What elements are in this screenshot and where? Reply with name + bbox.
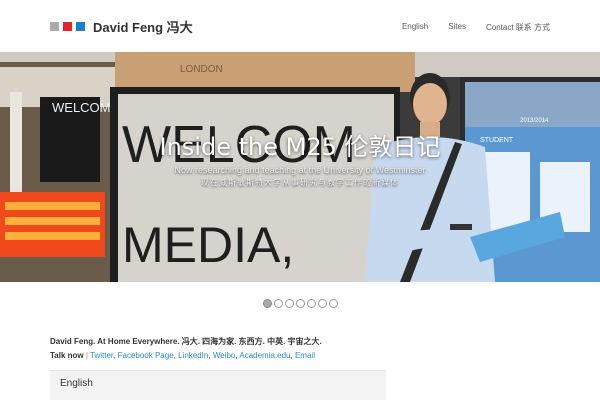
intro-text: David Feng. At Home Everywhere. 冯大. 四海为家… bbox=[50, 335, 322, 363]
london-sign: LONDON bbox=[180, 64, 223, 75]
media-board-text: MEDIA, bbox=[122, 217, 294, 273]
twitter-link[interactable]: Twitter bbox=[90, 351, 113, 360]
hero-slider[interactable]: WELCOM LONDON WELCOM MEDIA, 2013/2014 ST… bbox=[0, 52, 600, 282]
nav-item-sites[interactable]: Sites bbox=[448, 22, 466, 33]
site-header: David Feng 冯大 English Sites Contact 联系 方… bbox=[0, 0, 600, 52]
logo-square-grey bbox=[50, 22, 59, 31]
english-panel: English bbox=[50, 370, 386, 400]
academia-link[interactable]: Academia.edu bbox=[239, 351, 290, 360]
carousel-dot-4[interactable] bbox=[295, 299, 305, 308]
talk-now-label: Talk now bbox=[50, 351, 84, 360]
email-link[interactable]: Email bbox=[295, 351, 315, 360]
hero-subtitle-chinese: 现在威斯敏斯特大学从事研究与教学工作的新媒体 bbox=[201, 178, 399, 187]
carousel-dot-2[interactable] bbox=[273, 299, 283, 308]
small-welcome-sign: WELCOM bbox=[52, 100, 111, 115]
carousel-dot-7[interactable] bbox=[328, 299, 338, 308]
carousel-dot-3[interactable] bbox=[284, 299, 294, 308]
intro-tagline: David Feng. At Home Everywhere. 冯大. 四海为家… bbox=[50, 337, 322, 346]
linkedin-link[interactable]: LinkedIn bbox=[178, 351, 208, 360]
nav-item-contact[interactable]: Contact 联系 方式 bbox=[486, 22, 550, 33]
panel-title: English bbox=[60, 378, 93, 389]
weibo-link[interactable]: Weibo bbox=[213, 351, 236, 360]
nav-item-english[interactable]: English bbox=[402, 22, 428, 33]
main-nav: English Sites Contact 联系 方式 bbox=[402, 22, 550, 33]
carousel-dot-1[interactable] bbox=[262, 299, 272, 308]
logo-square-red bbox=[63, 22, 72, 31]
hero-subtitle: Now researching and teaching at the Univ… bbox=[174, 165, 426, 175]
carousel-dots bbox=[0, 299, 600, 308]
hero-title: Inside the M25 伦敦日记 bbox=[159, 133, 441, 161]
site-title[interactable]: David Feng 冯大 bbox=[93, 17, 193, 36]
site-logo[interactable]: David Feng 冯大 bbox=[50, 17, 193, 36]
logo-square-blue bbox=[76, 22, 85, 31]
poster-year: 2013/2014 bbox=[520, 118, 549, 124]
carousel-dot-5[interactable] bbox=[306, 299, 316, 308]
carousel-dot-6[interactable] bbox=[317, 299, 327, 308]
facebook-link[interactable]: Facebook Page bbox=[118, 351, 174, 360]
